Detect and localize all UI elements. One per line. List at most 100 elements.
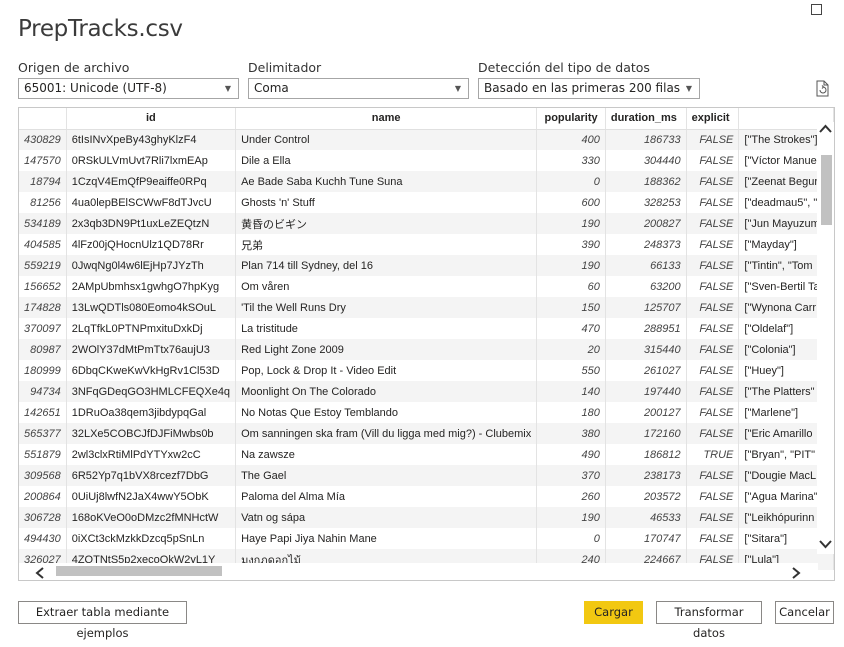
cell-name: Moonlight On The Colorado — [235, 381, 538, 402]
cell-explicit: FALSE — [686, 465, 740, 486]
row-index: 80987 — [19, 339, 67, 360]
table-row: 180999 6DbqCKweKwVkHgRv1Cl53D Pop, Lock & … — [19, 360, 834, 381]
vertical-scrollbar[interactable] — [817, 122, 834, 554]
extract-table-button[interactable]: Extraer tabla mediante ejemplos — [18, 601, 187, 640]
detection-dropdown[interactable]: Basado en las primeras 200 filas ▼ — [478, 78, 700, 99]
cell-id: 2wl3clxRtiMlPdYTYxw2cC — [66, 444, 237, 465]
cell-popularity: 60 — [536, 276, 606, 297]
column-header-popularity[interactable]: popularity — [536, 108, 606, 130]
row-index: 94734 — [19, 381, 67, 402]
cell-explicit: FALSE — [686, 339, 740, 360]
cell-explicit: FALSE — [686, 423, 740, 444]
cell-explicit: FALSE — [686, 255, 740, 276]
table-row: 142651 1DRuOa38qem3jibdypqGal No Notas Que… — [19, 402, 834, 423]
cell-name: No Notas Que Estoy Temblando — [235, 402, 538, 423]
origin-label: Origen de archivo — [18, 60, 130, 75]
cell-name: Na zawsze — [235, 444, 538, 465]
cell-popularity: 140 — [536, 381, 606, 402]
cell-name: 黄昏のビギン — [235, 213, 538, 234]
data-preview-grid[interactable]: id name popularity duration_ms explicit … — [18, 107, 835, 581]
cell-explicit: FALSE — [686, 507, 740, 528]
cell-name: La tristitude — [235, 318, 538, 339]
cell-popularity: 190 — [536, 213, 606, 234]
cell-explicit: FALSE — [686, 129, 740, 150]
cell-explicit: FALSE — [686, 297, 740, 318]
cell-name: Pop, Lock & Drop It - Video Edit — [235, 360, 538, 381]
column-header-id[interactable]: id — [66, 108, 237, 130]
cell-duration: 170747 — [605, 528, 687, 549]
cell-id: 1CzqV4EmQfP9eaiffe0RPq — [66, 171, 237, 192]
cell-id: 6tIsINvXpeBy43ghyKlzF4 — [66, 129, 237, 150]
cell-id: 0iXCt3ckMzkkDzcq5pSnLn — [66, 528, 237, 549]
chevron-down-icon[interactable] — [819, 537, 832, 552]
table-row: 174828 13LwQDTls080Eomo4kSOuL 'Til the Wel… — [19, 297, 834, 318]
delimiter-label: Delimitador — [248, 60, 322, 75]
chevron-left-icon[interactable] — [35, 566, 45, 580]
table-row: 370097 2LqTfkL0PTNPmxituDxkDj La tristitud… — [19, 318, 834, 339]
cell-id: 2LqTfkL0PTNPmxituDxkDj — [66, 318, 237, 339]
cell-explicit: FALSE — [686, 234, 740, 255]
cell-popularity: 20 — [536, 339, 606, 360]
cell-name: 兄弟 — [235, 234, 538, 255]
table-row: 430829 6tIsINvXpeBy43ghyKlzF4 Under Contro… — [19, 129, 834, 150]
cell-name: Om våren — [235, 276, 538, 297]
chevron-right-icon[interactable] — [791, 566, 801, 580]
cell-duration: 304440 — [605, 150, 687, 171]
row-index: 534189 — [19, 213, 67, 234]
cell-popularity: 330 — [536, 150, 606, 171]
detection-label: Detección del tipo de datos — [478, 60, 650, 75]
column-header-explicit[interactable]: explicit — [686, 108, 740, 130]
refresh-file-icon[interactable] — [815, 80, 831, 103]
cell-duration: 188362 — [605, 171, 687, 192]
cell-id: 6R52Yp7q1bVX8rcezf7DbG — [66, 465, 237, 486]
chevron-up-icon[interactable] — [819, 122, 832, 137]
cell-popularity: 550 — [536, 360, 606, 381]
delimiter-dropdown[interactable]: Coma ▼ — [248, 78, 469, 99]
cell-duration: 186733 — [605, 129, 687, 150]
vertical-scroll-thumb[interactable] — [821, 155, 832, 225]
column-header-duration[interactable]: duration_ms — [605, 108, 687, 130]
cell-id: 4ua0lepBElSCWwF8dTJvcU — [66, 192, 237, 213]
table-row: 200864 0UiUj8lwfN2JaX4wwY5ObK Paloma del A… — [19, 486, 834, 507]
row-index: 18794 — [19, 171, 67, 192]
transform-data-button[interactable]: Transformar datos — [656, 601, 762, 640]
cell-explicit: TRUE — [686, 444, 740, 465]
cell-duration: 200827 — [605, 213, 687, 234]
origin-dropdown[interactable]: 65001: Unicode (UTF-8) ▼ — [18, 78, 239, 99]
horizontal-scrollbar[interactable] — [19, 563, 818, 580]
row-index: 306728 — [19, 507, 67, 528]
chevron-down-icon: ▼ — [685, 84, 692, 93]
cell-explicit: FALSE — [686, 192, 740, 213]
header-row: id name popularity duration_ms explicit — [19, 108, 834, 130]
cell-popularity: 370 — [536, 465, 606, 486]
cell-name: Dile a Ella — [235, 150, 538, 171]
cell-explicit: FALSE — [686, 528, 740, 549]
maximize-icon[interactable] — [811, 4, 822, 15]
cell-explicit: FALSE — [686, 381, 740, 402]
cell-popularity: 190 — [536, 255, 606, 276]
cell-id: 13LwQDTls080Eomo4kSOuL — [66, 297, 237, 318]
table-row: 565377 32LXe5COBCJfDJFiMwbs0b Om sanningen… — [19, 423, 834, 444]
cell-popularity: 380 — [536, 423, 606, 444]
cell-popularity: 190 — [536, 507, 606, 528]
cell-popularity: 490 — [536, 444, 606, 465]
column-header-name[interactable]: name — [235, 108, 538, 130]
preview-table: id name popularity duration_ms explicit … — [19, 108, 834, 570]
cell-id: 3NFqGDeqGO3HMLCFEQXe4q — [66, 381, 237, 402]
row-index: 494430 — [19, 528, 67, 549]
cancel-button[interactable]: Cancelar — [775, 601, 834, 624]
horizontal-scroll-thumb[interactable] — [56, 566, 222, 576]
column-header[interactable] — [19, 108, 67, 130]
cell-explicit: FALSE — [686, 360, 740, 381]
chevron-down-icon: ▼ — [224, 84, 231, 93]
load-button[interactable]: Cargar — [584, 601, 643, 624]
cell-name: Red Light Zone 2009 — [235, 339, 538, 360]
cell-duration: 328253 — [605, 192, 687, 213]
cell-id: 0JwqNg0l4w6lEjHp7JYzTh — [66, 255, 237, 276]
cell-popularity: 390 — [536, 234, 606, 255]
row-index: 147570 — [19, 150, 67, 171]
row-index: 156652 — [19, 276, 67, 297]
table-row: 404585 4lFz00jQHocnUlz1QD78Rr 兄弟 390 248373 F… — [19, 234, 834, 255]
window-title: PrepTracks.csv — [18, 16, 183, 42]
table-row: 80987 2WOlY37dMtPmTtx76aujU3 Red Light Zon… — [19, 339, 834, 360]
